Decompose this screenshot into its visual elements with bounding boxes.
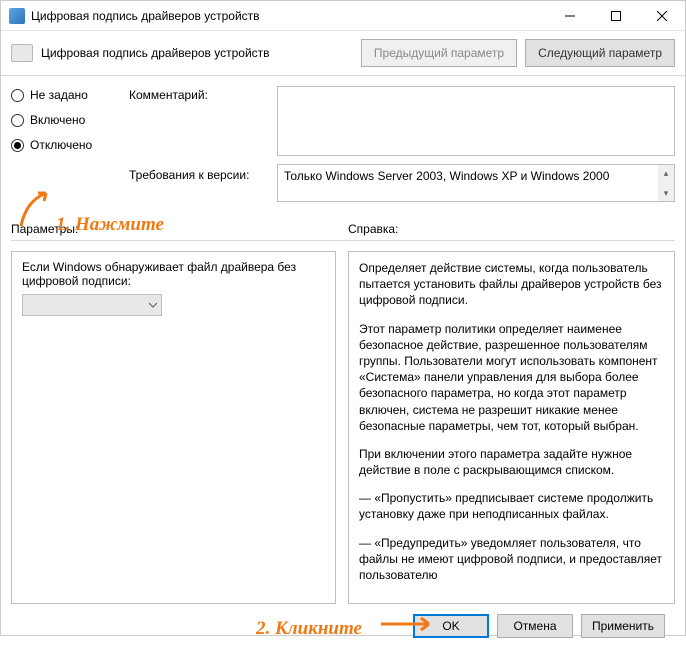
help-paragraph: Этот параметр политики определяет наимен… [359,321,664,434]
radio-icon [11,89,24,102]
apply-button[interactable]: Применить [581,614,665,638]
help-paragraph: — «Пропустить» предписывает системе прод… [359,490,664,522]
divider [11,240,675,241]
requirements-label: Требования к версии: [129,164,269,182]
state-radio-group: Не задано Включено Отключено [11,86,121,152]
chevron-down-icon [149,301,157,309]
header-row: Цифровая подпись драйверов устройств Пре… [1,31,685,76]
scroll-up-icon[interactable]: ▴ [658,165,674,181]
policy-title: Цифровая подпись драйверов устройств [41,46,353,60]
titlebar: Цифровая подпись драйверов устройств [1,1,685,31]
ok-button[interactable]: OK [413,614,489,638]
close-button[interactable] [639,1,685,31]
help-paragraph: При включении этого параметра задайте ну… [359,446,664,478]
radio-label: Включено [30,113,85,127]
radio-icon [11,139,24,152]
footer-buttons: OK Отмена Применить [11,604,675,648]
action-dropdown[interactable] [22,294,162,316]
help-paragraph: Определяет действие системы, когда польз… [359,260,664,309]
radio-not-configured[interactable]: Не задано [11,88,121,102]
radio-label: Отключено [30,138,92,152]
scrollbar[interactable]: ▴ ▾ [658,165,674,201]
help-paragraph: — «Предупредить» уведомляет пользователя… [359,535,664,584]
dialog-window: Цифровая подпись драйверов устройств Циф… [0,0,686,636]
body-area: Не задано Включено Отключено Комментарий… [1,76,685,648]
app-icon [9,8,25,24]
parameters-pane: Если Windows обнаруживает файл драйвера … [11,251,336,604]
maximize-button[interactable] [593,1,639,31]
radio-enabled[interactable]: Включено [11,113,121,127]
cancel-button[interactable]: Отмена [497,614,573,638]
comment-label: Комментарий: [129,86,269,102]
help-pane: Определяет действие системы, когда польз… [348,251,675,604]
comment-input[interactable] [277,86,675,156]
window-title: Цифровая подпись драйверов устройств [31,9,547,23]
previous-setting-button[interactable]: Предыдущий параметр [361,39,517,67]
scroll-down-icon[interactable]: ▾ [658,185,674,201]
requirements-box: Только Windows Server 2003, Windows XP и… [277,164,675,202]
parameter-label: Если Windows обнаруживает файл драйвера … [22,260,325,288]
requirements-text: Только Windows Server 2003, Windows XP и… [284,169,609,183]
radio-disabled[interactable]: Отключено [11,138,121,152]
minimize-button[interactable] [547,1,593,31]
radio-label: Не задано [30,88,88,102]
parameters-heading: Параметры: [11,222,336,236]
next-setting-button[interactable]: Следующий параметр [525,39,675,67]
policy-icon [11,44,33,62]
help-heading: Справка: [348,222,675,236]
radio-icon [11,114,24,127]
